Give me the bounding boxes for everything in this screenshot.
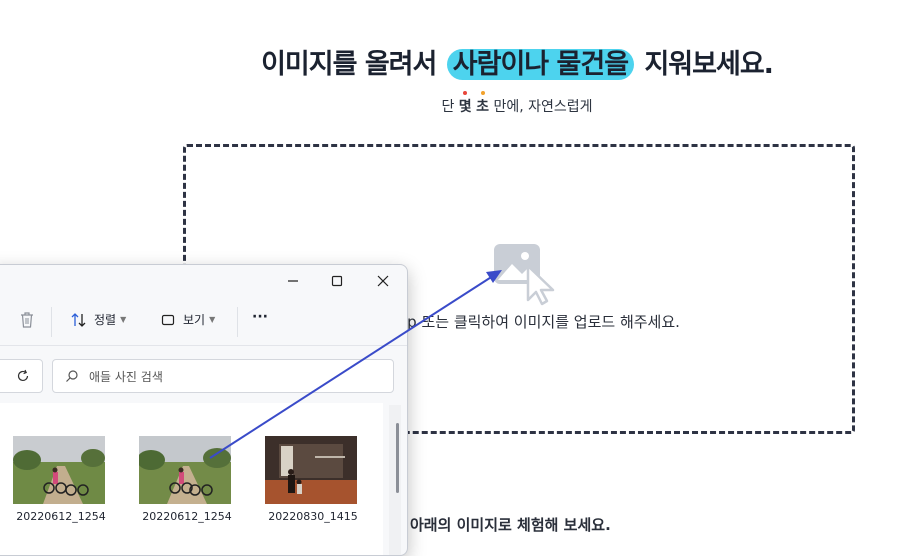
drag-arrow-head — [486, 270, 502, 283]
drag-arrow-overlay — [209, 270, 502, 459]
drag-arrow-line — [209, 273, 497, 459]
